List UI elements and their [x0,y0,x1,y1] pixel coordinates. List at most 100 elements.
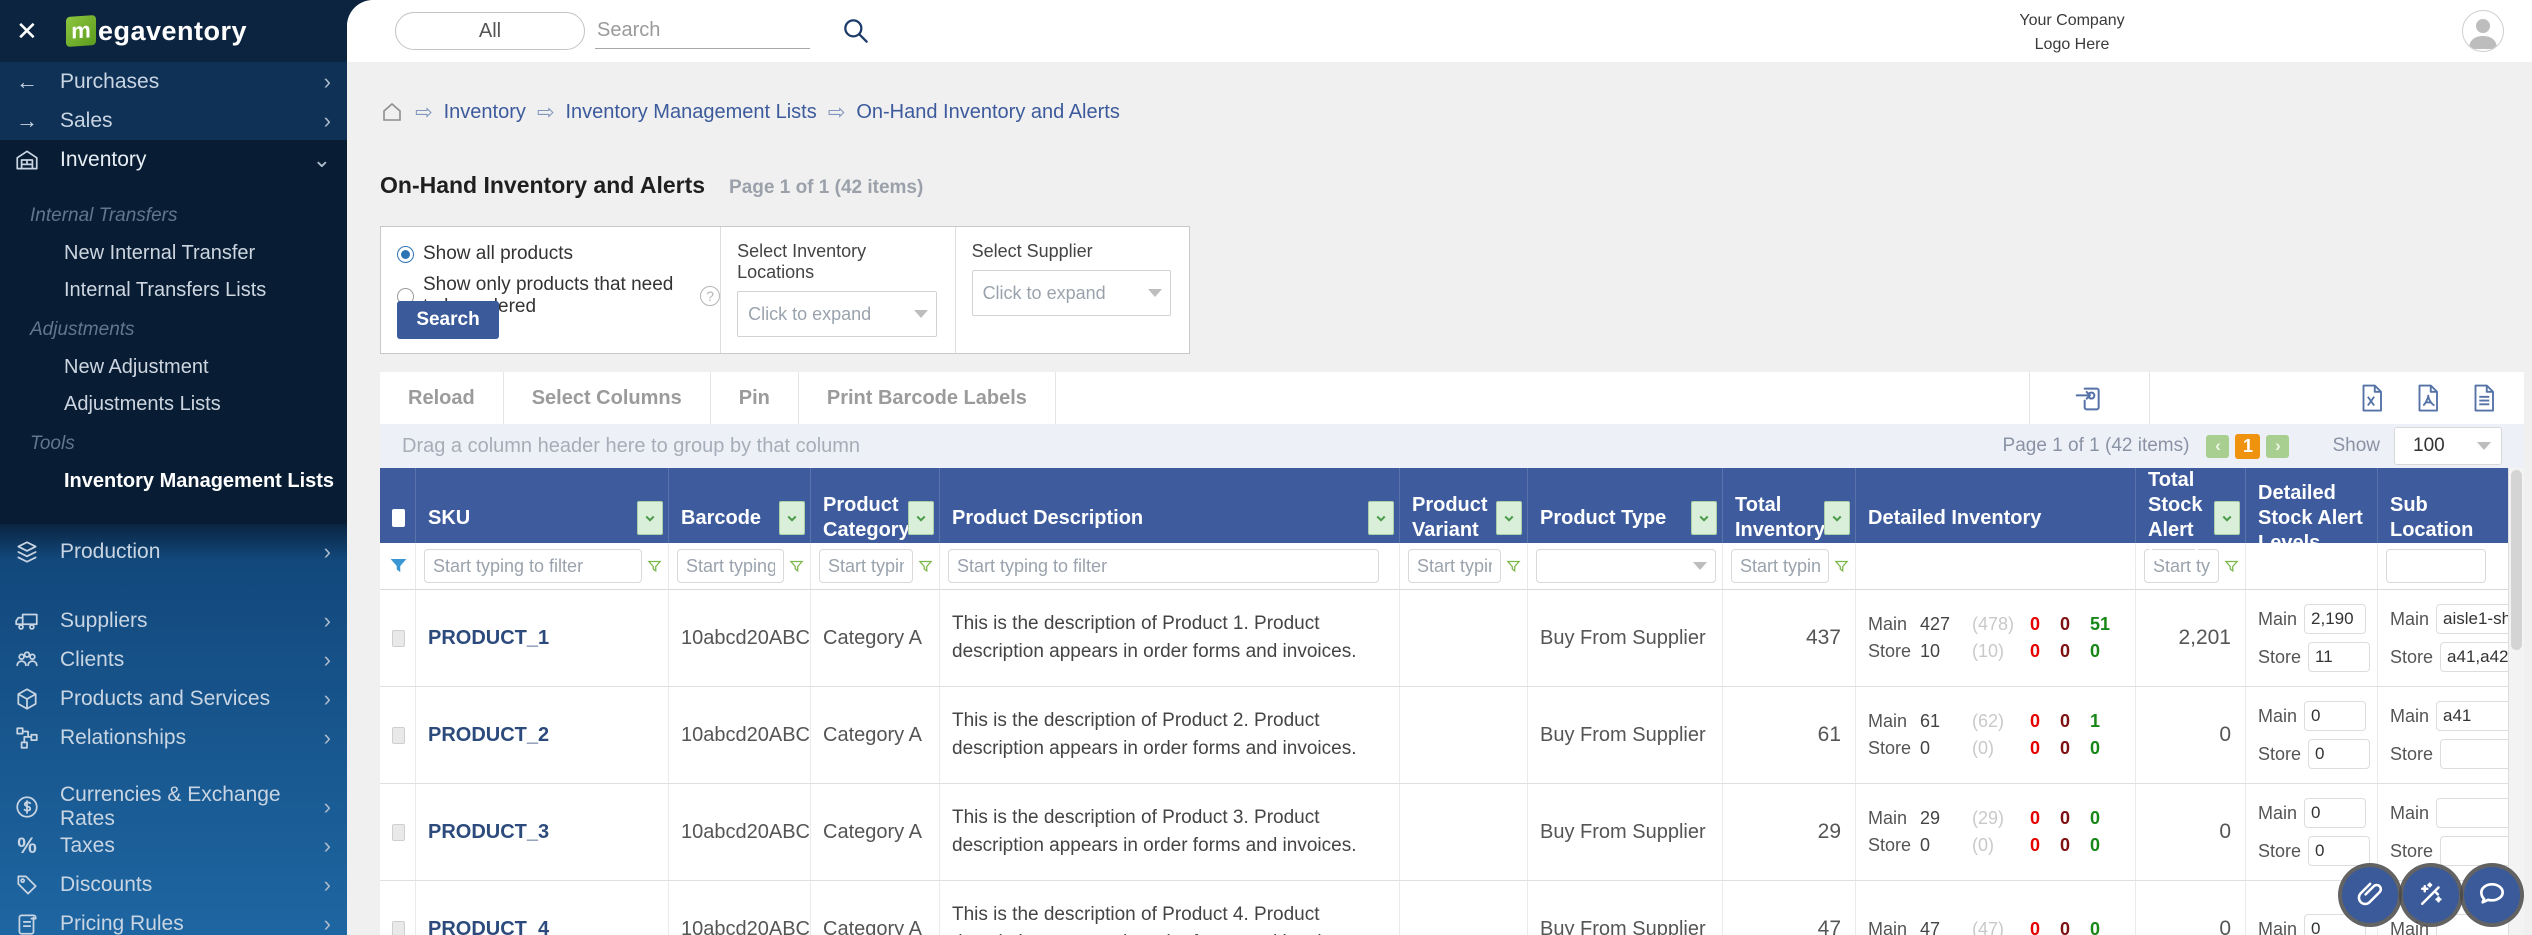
import-to-file-icon[interactable] [2030,372,2150,424]
column-header-total-stock-alert-level[interactable]: Total Stock Alert Level [2136,468,2246,568]
column-header-detailed-stock-alert-levels[interactable]: Detailed Stock Alert Levels [2246,468,2378,568]
total-stock-alert-cell: 0 [2136,687,2246,783]
user-avatar[interactable] [2462,10,2504,52]
search-input[interactable] [595,13,810,49]
sub-location-input[interactable] [2440,739,2508,769]
column-filter-dropdown-icon[interactable] [1691,501,1717,535]
vertical-scrollbar[interactable] [2508,468,2524,935]
sub-location-input[interactable] [2436,701,2508,731]
column-header-barcode[interactable]: Barcode [669,468,811,568]
sidebar-item-label: Suppliers [60,608,148,632]
export-csv-icon[interactable] [2468,383,2498,413]
search-scope-button[interactable]: All [395,12,585,50]
sub-location-input[interactable] [2436,604,2508,634]
chevron-right-icon: › [323,107,331,133]
column-header-product-type[interactable]: Product Type [1528,468,1723,568]
alert-level-input[interactable] [2304,798,2367,828]
available-qty: (478) [1972,614,2015,634]
sidebar-item-taxes[interactable]: % Taxes › [0,826,347,865]
alert-level-input[interactable] [2308,642,2371,672]
sidebar-item-purchases[interactable]: ← Purchases › [0,62,347,101]
radio-show-all-products[interactable] [397,245,414,263]
total-stock-alert-cell: 0 [2136,784,2246,880]
product-type-cell: Buy From Supplier [1528,590,1723,686]
supplier-select[interactable]: Click to expand [971,270,1172,316]
column-filter-dropdown-icon[interactable] [779,501,805,535]
product-type-cell: Buy From Supplier [1528,784,1723,880]
column-header-sub-location[interactable]: Sub Location [2378,468,2508,568]
column-header-total-inventory[interactable]: Total Inventory [1723,468,1856,568]
qty-dark-red: 0 [2060,711,2071,731]
pin-button[interactable]: Pin [711,372,799,424]
column-filter-dropdown-icon[interactable] [1824,501,1850,535]
reload-button[interactable]: Reload [380,372,504,424]
sidebar-item-production[interactable]: Production › [0,532,347,571]
row-checkbox[interactable] [392,920,405,935]
sub-location-input[interactable] [2440,836,2508,866]
select-all-checkbox[interactable] [392,509,405,527]
sidebar-item-clients[interactable]: Clients › [0,640,347,679]
column-label: Product Category [823,494,910,541]
column-header-product-variant[interactable]: Product Variant [1400,468,1528,568]
select-columns-button[interactable]: Select Columns [504,372,711,424]
alert-level-input[interactable] [2308,739,2371,769]
magic-wand-button[interactable] [2403,867,2459,923]
print-barcode-labels-button[interactable]: Print Barcode Labels [799,372,1056,424]
column-header-detailed-inventory[interactable]: Detailed Inventory [1856,468,2136,568]
alert-level-input[interactable] [2308,836,2371,866]
qty-green: 0 [2090,835,2101,855]
column-filter-dropdown-icon[interactable] [1496,501,1522,535]
attachment-button[interactable] [2342,867,2398,923]
breadcrumb-inventory[interactable]: Inventory [444,101,526,124]
chat-button[interactable] [2464,867,2520,923]
sidebar-item-sales[interactable]: → Sales › [0,101,347,140]
column-header-product-description[interactable]: Product Description [940,468,1400,568]
sidebar-item-inventory[interactable]: Inventory ⌄ [0,140,347,179]
sub-location-input[interactable] [2440,642,2508,672]
column-header-sku[interactable]: SKU [416,468,669,568]
sku-link[interactable]: PRODUCT_4 [428,918,549,935]
sku-link[interactable]: PRODUCT_2 [428,724,549,747]
alert-level-input[interactable] [2304,701,2367,731]
export-excel-icon[interactable] [2356,383,2386,413]
help-icon[interactable]: ? [700,286,721,306]
next-page-button[interactable]: › [2266,434,2290,458]
export-pdf-icon[interactable] [2412,383,2442,413]
close-menu-icon[interactable]: ✕ [16,16,50,47]
sidebar-item-relationships[interactable]: Relationships › [0,718,347,757]
sidebar-item-suppliers[interactable]: Suppliers › [0,601,347,640]
sidebar-item-currencies[interactable]: Currencies & Exchange Rates › [0,783,347,830]
sidebar-item-new-adjustment[interactable]: New Adjustment [0,349,347,386]
row-checkbox[interactable] [392,726,405,744]
sidebar-item-internal-transfers-lists[interactable]: Internal Transfers Lists [0,272,347,309]
sku-link[interactable]: PRODUCT_3 [428,821,549,844]
total-inventory-cell: 29 [1723,784,1856,880]
sidebar-item-inventory-management-lists[interactable]: Inventory Management Lists [0,463,347,500]
search-icon[interactable] [840,15,872,47]
total-inventory-cell: 61 [1723,687,1856,783]
column-header-product-category[interactable]: Product Category [811,468,940,568]
brand-logo[interactable]: m egaventory [66,14,247,48]
sidebar-item-new-internal-transfer[interactable]: New Internal Transfer [0,235,347,272]
previous-page-button[interactable]: ‹ [2206,434,2230,458]
row-checkbox[interactable] [392,629,405,647]
breadcrumb-inventory-management-lists[interactable]: Inventory Management Lists [565,101,816,124]
sidebar-item-products-and-services[interactable]: Products and Services › [0,679,347,718]
current-page-button[interactable]: 1 [2235,433,2261,459]
column-filter-dropdown-icon[interactable] [2214,501,2240,535]
column-filter-dropdown-icon[interactable] [1368,501,1394,535]
sidebar-item-adjustments-lists[interactable]: Adjustments Lists [0,386,347,423]
column-filter-dropdown-icon[interactable] [908,501,934,535]
column-label: Product Description [952,506,1144,529]
sidebar-item-discounts[interactable]: Discounts › [0,865,347,904]
page-size-select[interactable]: 100 [2394,427,2502,465]
sku-link[interactable]: PRODUCT_1 [428,627,549,650]
row-checkbox[interactable] [392,823,405,841]
home-icon[interactable] [380,100,404,124]
sub-location-input[interactable] [2436,798,2508,828]
inventory-locations-select[interactable]: Click to expand [737,291,937,337]
search-button[interactable]: Search [397,301,499,339]
sidebar-item-pricing-rules[interactable]: Pricing Rules › [0,904,347,935]
column-filter-dropdown-icon[interactable] [637,501,663,535]
alert-level-input[interactable] [2304,604,2367,634]
